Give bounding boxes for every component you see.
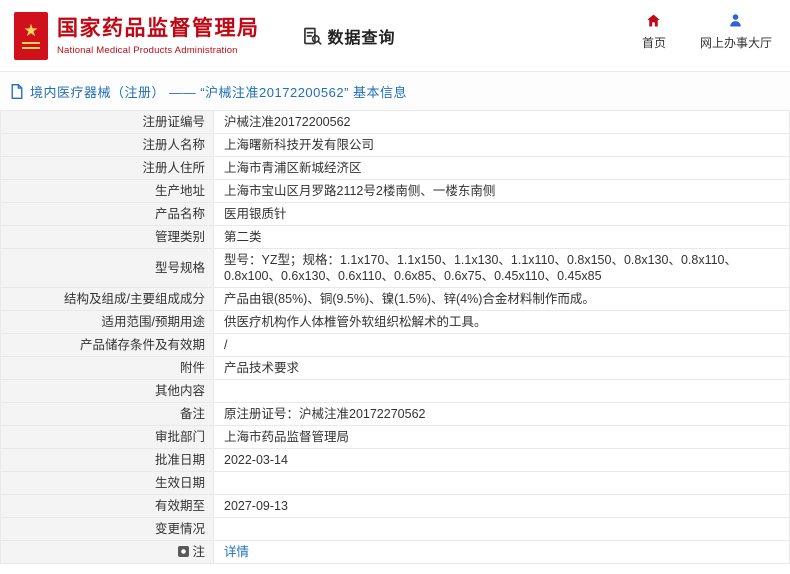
table-row: 产品储存条件及有效期 / bbox=[0, 333, 790, 357]
site-header: ★ 国家药品监督管理局 National Medical Products Ad… bbox=[0, 0, 790, 72]
row-value bbox=[213, 471, 790, 495]
table-row: 变更情况 bbox=[0, 517, 790, 541]
row-label: 注册人名称 bbox=[0, 133, 214, 157]
row-label: 生效日期 bbox=[0, 471, 214, 495]
info-table-body: 注册证编号 沪械注准20172200562 注册人名称 上海曙新科技开发有限公司 注册人… bbox=[0, 110, 790, 564]
row-label: 注册人住所 bbox=[0, 156, 214, 180]
row-value: 上海市青浦区新城经济区 bbox=[213, 156, 790, 180]
breadcrumb-title-bar: 境内医疗器械（注册） —— “沪械注准20172200562” 基本信息 bbox=[0, 72, 790, 110]
nav-online-hall[interactable]: 网上办事大厅 bbox=[700, 13, 772, 51]
row-value: 产品由银(85%)、铜(9.5%)、镍(1.5%)、锌(4%)合金材料制作而成。 bbox=[213, 287, 790, 311]
table-row: 注册人住所 上海市青浦区新城经济区 bbox=[0, 156, 790, 180]
row-label: 适用范围/预期用途 bbox=[0, 310, 214, 334]
nav-data-query[interactable]: 数据查询 bbox=[302, 24, 396, 48]
row-label: 批准日期 bbox=[0, 448, 214, 472]
registration-info-table: 注册证编号 沪械注准20172200562 注册人名称 上海曙新科技开发有限公司 注册人… bbox=[0, 110, 790, 564]
row-value: 2022-03-14 bbox=[213, 448, 790, 472]
row-label: 审批部门 bbox=[0, 425, 214, 449]
row-value: 第二类 bbox=[213, 225, 790, 249]
org-name-en: National Medical Products Administration bbox=[57, 44, 238, 56]
table-row: 批准日期 2022-03-14 bbox=[0, 448, 790, 472]
org-name-block: 国家药品监督管理局 National Medical Products Admi… bbox=[57, 16, 260, 56]
row-label: 管理类别 bbox=[0, 225, 214, 249]
table-row: 型号规格 型号：YZ型；规格：1.1x170、1.1x150、1.1x130、1.… bbox=[0, 248, 790, 288]
row-value: 产品技术要求 bbox=[213, 356, 790, 380]
page-title: 境内医疗器械（注册） —— “沪械注准20172200562” 基本信息 bbox=[30, 84, 408, 100]
data-query-icon bbox=[302, 26, 322, 46]
nav-home[interactable]: 首页 bbox=[642, 13, 666, 51]
table-row: 管理类别 第二类 bbox=[0, 225, 790, 249]
document-icon bbox=[10, 83, 24, 99]
header-nav: 首页 网上办事大厅 bbox=[642, 13, 772, 51]
row-label: 结构及组成/主要组成成分 bbox=[0, 287, 214, 311]
table-row: 附件 产品技术要求 bbox=[0, 356, 790, 380]
row-label: 产品储存条件及有效期 bbox=[0, 333, 214, 357]
row-value: 2027-09-13 bbox=[213, 494, 790, 518]
table-row: 生效日期 bbox=[0, 471, 790, 495]
table-row: 其他内容 bbox=[0, 379, 790, 403]
row-label: 其他内容 bbox=[0, 379, 214, 403]
table-row: 有效期至 2027-09-13 bbox=[0, 494, 790, 518]
row-label: 产品名称 bbox=[0, 202, 214, 226]
row-label: 注 bbox=[0, 540, 214, 564]
data-query-label: 数据查询 bbox=[327, 29, 396, 47]
row-label: 生产地址 bbox=[0, 179, 214, 203]
row-value: 上海曙新科技开发有限公司 bbox=[213, 133, 790, 157]
table-row: 结构及组成/主要组成成分 产品由银(85%)、铜(9.5%)、镍(1.5%)、锌(… bbox=[0, 287, 790, 311]
note-icon bbox=[178, 546, 190, 557]
row-value: 上海市宝山区月罗路2112号2楼南侧、一楼东南侧 bbox=[213, 179, 790, 203]
row-value: 医用银质针 bbox=[213, 202, 790, 226]
org-name-cn: 国家药品监督管理局 bbox=[57, 16, 260, 40]
row-label: 注册证编号 bbox=[0, 110, 214, 134]
row-value: 供医疗机构作人体椎管外软组织松解术的工具。 bbox=[213, 310, 790, 334]
row-label: 型号规格 bbox=[0, 248, 214, 288]
row-value: / bbox=[213, 333, 790, 357]
nmpa-logo: ★ 国家药品监督管理局 National Medical Products Ad… bbox=[14, 11, 260, 60]
nav-home-label: 首页 bbox=[641, 36, 666, 50]
row-value: 原注册证号：沪械注准20172270562 bbox=[213, 402, 790, 426]
row-label: 有效期至 bbox=[0, 494, 214, 518]
national-emblem-icon: ★ bbox=[14, 11, 48, 60]
row-value bbox=[213, 379, 790, 403]
table-row: 适用范围/预期用途 供医疗机构作人体椎管外软组织松解术的工具。 bbox=[0, 310, 790, 334]
table-row: 生产地址 上海市宝山区月罗路2112号2楼南侧、一楼东南侧 bbox=[0, 179, 790, 203]
row-value: 型号：YZ型；规格：1.1x170、1.1x150、1.1x130、1.1x11… bbox=[213, 248, 790, 288]
row-label: 附件 bbox=[0, 356, 214, 380]
emblem-gate-icon bbox=[22, 42, 40, 49]
person-icon bbox=[728, 13, 743, 28]
home-icon bbox=[646, 13, 661, 28]
row-label: 变更情况 bbox=[0, 517, 214, 541]
table-row: 备注 原注册证号：沪械注准20172270562 bbox=[0, 402, 790, 426]
row-label: 备注 bbox=[0, 402, 214, 426]
nav-online-hall-label: 网上办事大厅 bbox=[699, 36, 772, 50]
detail-link[interactable]: 详情 bbox=[224, 545, 249, 559]
table-row: 审批部门 上海市药品监督管理局 bbox=[0, 425, 790, 449]
table-row: 产品名称 医用银质针 bbox=[0, 202, 790, 226]
row-value: 沪械注准20172200562 bbox=[213, 110, 790, 134]
table-row: 注详情 bbox=[0, 540, 790, 564]
table-row: 注册证编号 沪械注准20172200562 bbox=[0, 110, 790, 134]
row-value: 上海市药品监督管理局 bbox=[213, 425, 790, 449]
emblem-star-icon: ★ bbox=[23, 21, 39, 40]
table-row: 注册人名称 上海曙新科技开发有限公司 bbox=[0, 133, 790, 157]
row-value bbox=[213, 517, 790, 541]
row-value: 详情 bbox=[213, 540, 790, 564]
